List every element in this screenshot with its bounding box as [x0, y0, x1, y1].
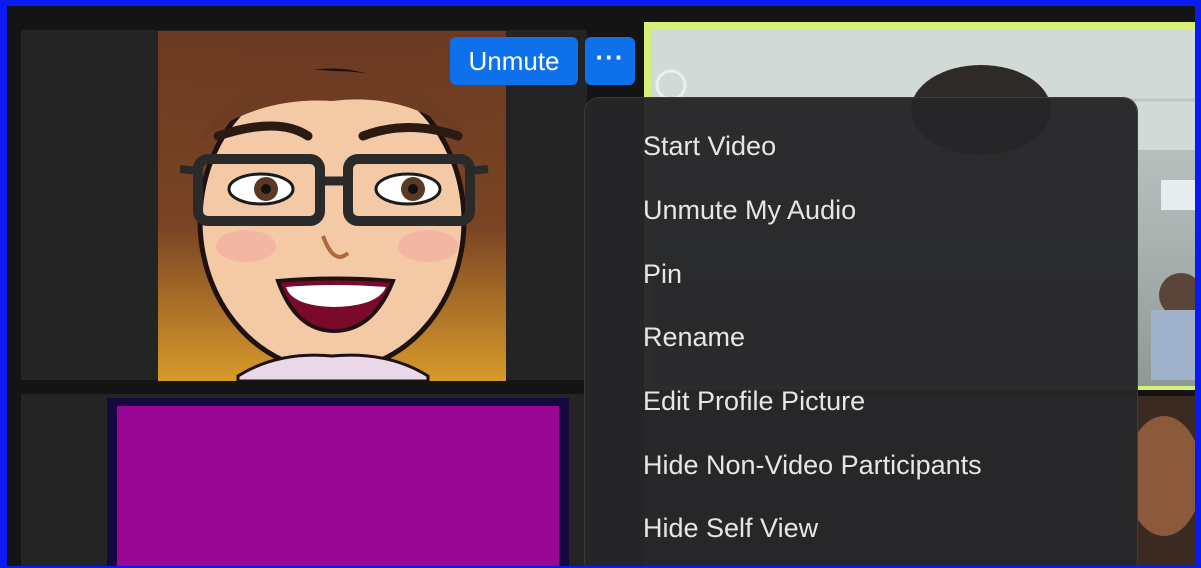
unmute-button[interactable]: Unmute	[450, 37, 578, 85]
menu-item-edit-profile-picture[interactable]: Edit Profile Picture	[643, 381, 1123, 421]
menu-item-rename[interactable]: Rename	[643, 317, 1123, 357]
participant-color-placeholder	[117, 406, 559, 566]
ellipsis-icon: ···	[595, 41, 625, 72]
menu-item-start-video[interactable]: Start Video	[643, 126, 1123, 166]
more-options-menu: Start Video Unmute My Audio Pin Rename E…	[585, 98, 1137, 566]
menu-item-hide-self-view[interactable]: Hide Self View	[643, 508, 1123, 548]
menu-item-unmute-my-audio[interactable]: Unmute My Audio	[643, 190, 1123, 230]
menu-item-hide-non-video-participants[interactable]: Hide Non-Video Participants	[643, 445, 1123, 485]
menu-item-pin[interactable]: Pin	[643, 254, 1123, 294]
more-options-button[interactable]: ···	[585, 37, 635, 85]
meeting-gallery-view: Unmute ··· Start Video Unmute My Audio P…	[7, 6, 1195, 566]
